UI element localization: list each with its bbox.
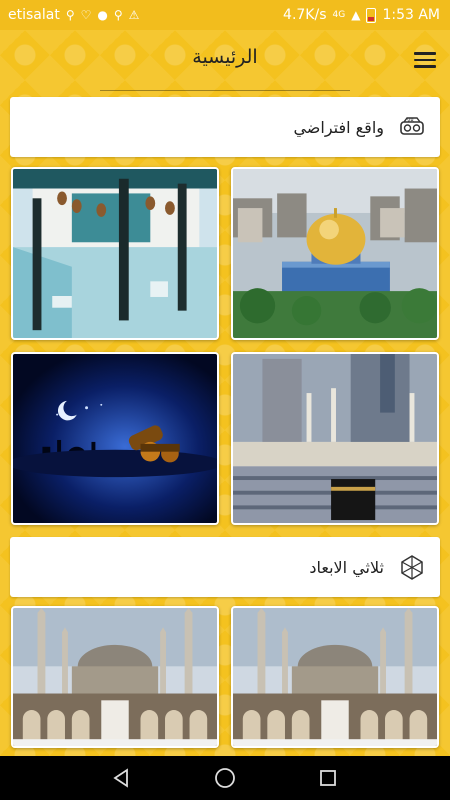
vr-headset-icon: VR bbox=[400, 117, 424, 135]
back-button[interactable] bbox=[109, 765, 135, 791]
title-underline bbox=[100, 90, 350, 91]
navigation-bar bbox=[0, 756, 450, 800]
battery-icon bbox=[366, 7, 377, 23]
cave-interior-image bbox=[13, 169, 217, 338]
hamburger-line bbox=[414, 65, 436, 68]
bug-icon: ● bbox=[97, 8, 108, 22]
section-header-3d[interactable]: ثلاثي الابعاد bbox=[10, 537, 440, 597]
home-button[interactable] bbox=[212, 765, 238, 791]
kaaba-mecca-image bbox=[233, 354, 437, 523]
clock: 1:53 AM bbox=[382, 7, 440, 23]
blue-mosque-image bbox=[13, 608, 217, 746]
section-label: واقع افتراضي bbox=[293, 117, 384, 137]
tile-blue-mosque-2[interactable] bbox=[11, 606, 219, 748]
back-triangle-icon bbox=[113, 768, 128, 788]
svg-text:VR: VR bbox=[407, 118, 414, 124]
home-circle-icon bbox=[215, 768, 235, 788]
carrier-name: etisalat bbox=[8, 7, 60, 23]
recents-square-icon bbox=[320, 770, 337, 786]
status-left: etisalat ⚲ ♡ ● ⚲ ⚠ bbox=[8, 7, 139, 23]
ramadan-cannon-image bbox=[13, 354, 217, 523]
status-right: 4.7K/s 4G ▲ 1:53 AM bbox=[283, 7, 440, 23]
network-type: 4G bbox=[332, 10, 346, 20]
network-speed: 4.7K/s bbox=[283, 7, 327, 23]
tile-blue-mosque[interactable] bbox=[231, 606, 439, 748]
signal-icon: ▲ bbox=[351, 8, 361, 22]
hamburger-line bbox=[414, 52, 436, 55]
status-bar: etisalat ⚲ ♡ ● ⚲ ⚠ 4.7K/s 4G ▲ 1:53 AM bbox=[0, 0, 450, 30]
section-header-vr[interactable]: واقع افتراضي VR bbox=[10, 97, 440, 157]
tile-dome-of-the-rock[interactable] bbox=[231, 167, 439, 340]
tile-cave-interior[interactable] bbox=[11, 167, 219, 340]
app-bar: الرئيسية bbox=[0, 30, 450, 90]
section-label: ثلاثي الابعاد bbox=[309, 557, 384, 577]
page-title: الرئيسية bbox=[192, 46, 258, 68]
dome-of-the-rock-image bbox=[233, 169, 437, 338]
tile-kaaba-mecca[interactable] bbox=[231, 352, 439, 525]
heart-monitor-icon: ♡ bbox=[80, 8, 92, 22]
menu-button[interactable] bbox=[412, 48, 438, 72]
3d-cube-icon bbox=[401, 555, 423, 580]
usb-icon-2: ⚲ bbox=[113, 8, 123, 22]
recents-button[interactable] bbox=[315, 765, 341, 791]
tile-ramadan-cannon[interactable] bbox=[11, 352, 219, 525]
blue-mosque-image bbox=[233, 608, 437, 746]
usb-icon: ⚲ bbox=[65, 8, 75, 22]
warning-icon: ⚠ bbox=[128, 8, 140, 22]
hamburger-line bbox=[414, 58, 436, 61]
